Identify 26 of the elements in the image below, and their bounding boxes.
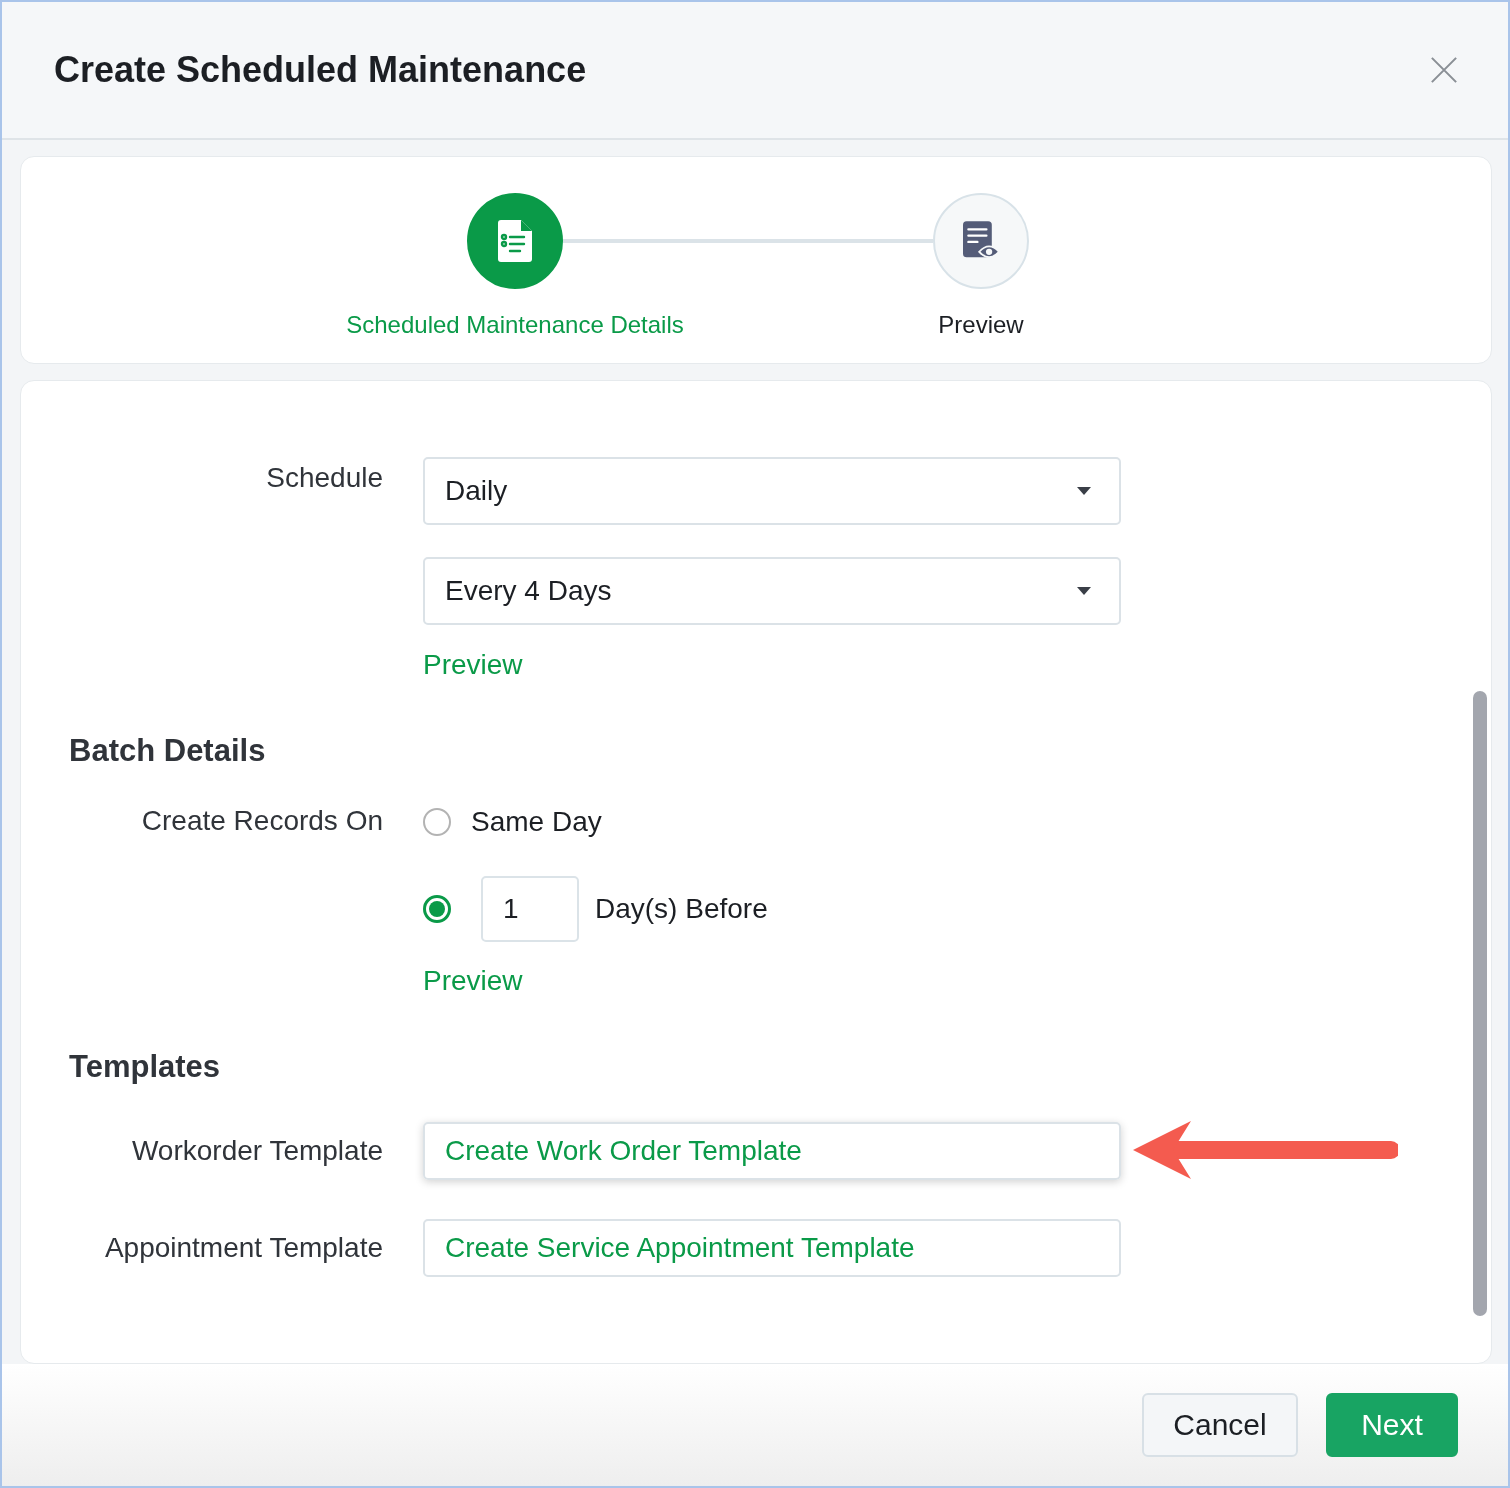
close-icon[interactable] (1430, 56, 1458, 84)
field-label: Workorder Template (130, 1135, 383, 1167)
step-label[interactable]: Preview (938, 311, 1024, 339)
caret-icon (1077, 587, 1091, 595)
section-heading: Templates (69, 1049, 222, 1085)
field-label: Appointment Template (103, 1232, 383, 1264)
number-input[interactable]: 1 (481, 876, 579, 942)
template-link-field[interactable]: Create Service Appointment Template (423, 1219, 1121, 1277)
radio-button[interactable] (423, 808, 451, 836)
checklist-document-icon (497, 220, 533, 262)
preview-link[interactable]: Preview (423, 649, 523, 681)
field-label: Create Records On (140, 805, 383, 837)
step-label[interactable]: Scheduled Maintenance Details (346, 311, 684, 339)
section-heading: Batch Details (69, 733, 267, 769)
option-label: Day(s) Before (595, 893, 768, 925)
dialog-title: Create Scheduled Maintenance (54, 49, 587, 91)
scrollbar[interactable] (1473, 691, 1487, 1316)
template-link-field[interactable]: Create Work Order Template (423, 1122, 1121, 1180)
caret-icon (1077, 487, 1091, 495)
radio-button[interactable] (423, 895, 451, 923)
cancel-button[interactable]: Cancel (1142, 1393, 1298, 1457)
dropdown-field[interactable]: Every 4 Days (423, 557, 1121, 625)
option-label[interactable]: Same Day (471, 806, 602, 838)
field-label: Schedule (265, 461, 383, 494)
dropdown-field[interactable]: Daily (423, 457, 1121, 525)
preview-link[interactable]: Preview (423, 965, 523, 997)
